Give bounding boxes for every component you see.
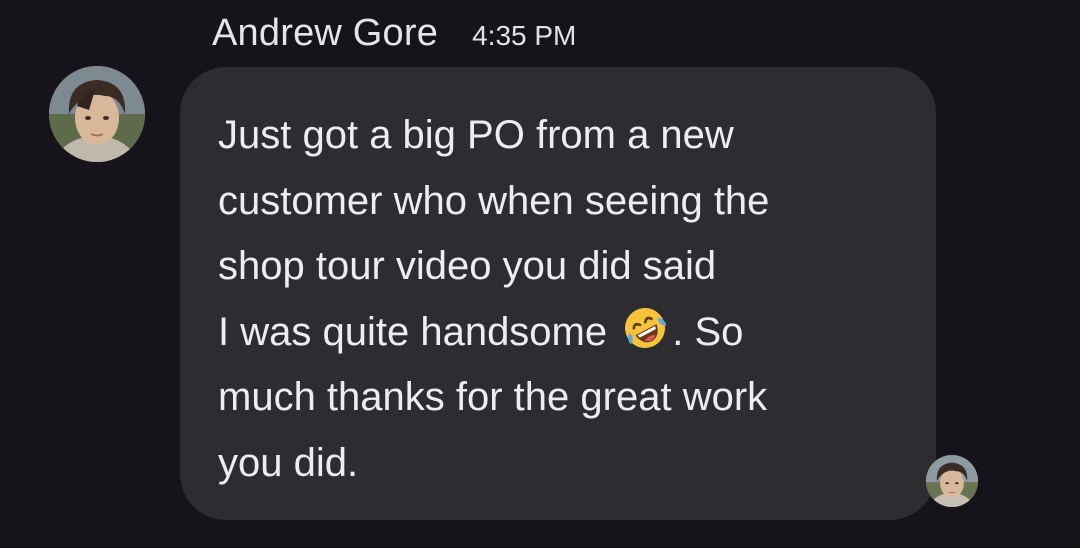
conversation-screen: Andrew Gore 4:35 PM Just got a big PO fr…	[0, 0, 1080, 548]
avatar-photo-icon	[926, 455, 978, 507]
message-bubble[interactable]: Just got a big PO from a new customer wh…	[180, 67, 936, 520]
rolling-on-the-floor-laughing-emoji-icon	[618, 303, 672, 353]
message-header: Andrew Gore 4:35 PM	[212, 12, 576, 55]
sender-avatar[interactable]	[49, 66, 145, 162]
avatar-photo-icon	[49, 66, 145, 162]
message-timestamp: 4:35 PM	[472, 20, 577, 51]
message-text: Just got a big PO from a new customer wh…	[218, 103, 918, 496]
read-receipt-avatar	[926, 455, 978, 507]
sender-name: Andrew Gore	[212, 12, 439, 54]
